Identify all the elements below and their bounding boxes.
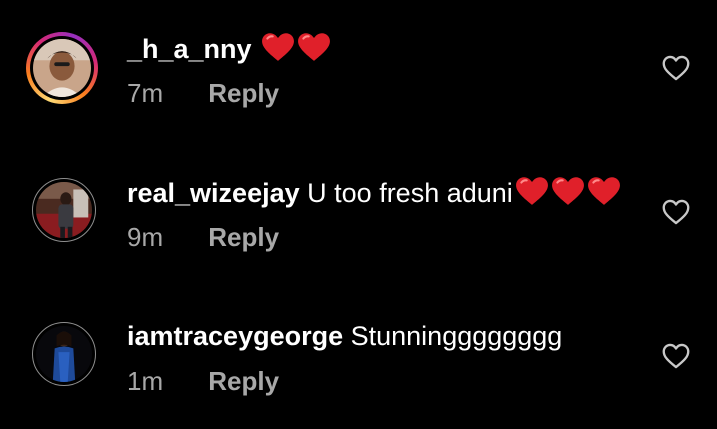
reply-button[interactable]: Reply xyxy=(208,366,279,396)
comment-text-line: real_wizeejay U too fresh aduni xyxy=(127,176,621,209)
comment-timestamp: 9m xyxy=(127,222,164,252)
comment-body: U too fresh aduni xyxy=(307,178,513,208)
emoji-group xyxy=(513,176,621,206)
heart-outline-icon[interactable] xyxy=(662,343,690,369)
red-heart-icon xyxy=(587,177,620,205)
reply-button[interactable]: Reply xyxy=(208,222,279,252)
username[interactable]: iamtraceygeorge xyxy=(127,321,343,351)
avatar[interactable] xyxy=(26,316,98,388)
red-heart-icon xyxy=(515,177,548,205)
comment-timestamp: 1m xyxy=(127,366,164,396)
avatar-ring xyxy=(32,178,96,242)
heart-outline-icon[interactable] xyxy=(662,199,690,225)
avatar-ring xyxy=(32,322,96,386)
avatar[interactable] xyxy=(26,172,98,244)
comment-body: Stunningggggggg xyxy=(350,321,563,351)
comment-meta: 9m Reply xyxy=(127,222,279,252)
profile-photo xyxy=(36,326,92,382)
comment-meta: 1m Reply xyxy=(127,366,279,396)
comment-item: iamtraceygeorge Stunningggggggg 1m Reply xyxy=(0,0,717,396)
profile-photo xyxy=(36,182,92,238)
red-heart-icon xyxy=(551,177,584,205)
comment-text-line: iamtraceygeorge Stunningggggggg xyxy=(127,320,562,352)
username[interactable]: real_wizeejay xyxy=(127,178,300,208)
